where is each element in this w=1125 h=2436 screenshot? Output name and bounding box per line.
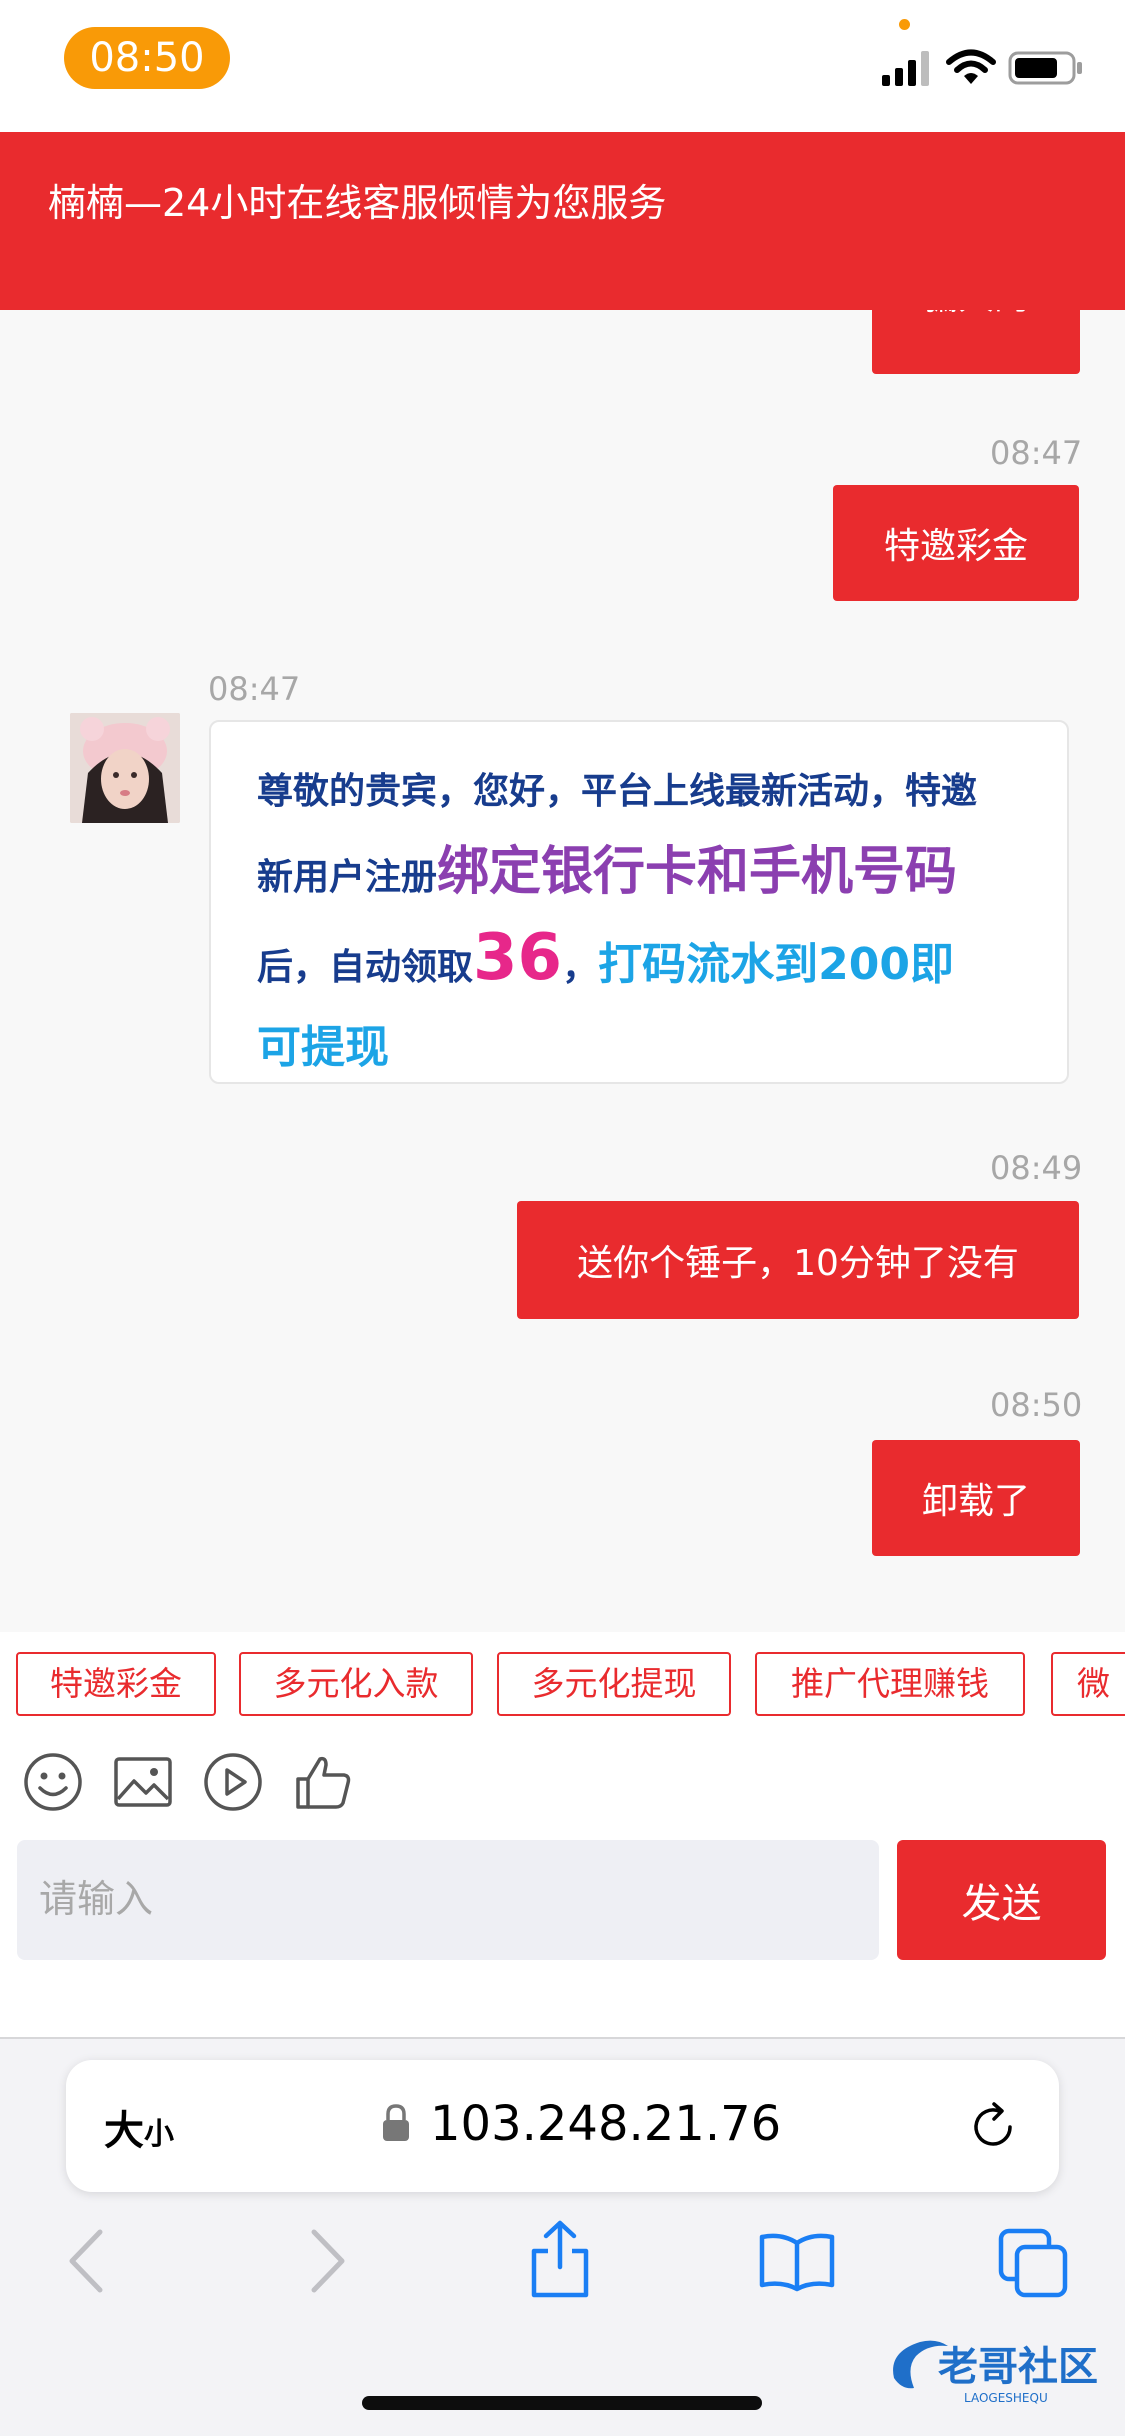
quick-reply-withdraw[interactable]: 多元化提现: [497, 1652, 731, 1716]
watermark-logo: 老哥社区 LAOGESHEQU: [880, 2330, 1118, 2410]
text-size-small: 小: [144, 2117, 174, 2152]
back-icon[interactable]: [64, 2226, 106, 2296]
quick-reply-deposit[interactable]: 多元化入款: [239, 1652, 473, 1716]
message-bubble-incoming: 尊敬的贵宾，您好，平台上线最新活动，特邀新用户注册绑定银行卡和手机号码后，自动领…: [209, 720, 1069, 1084]
chat-message-list[interactable]: 骗人的 08:47 特邀彩金 08:47 尊敬的贵宾，您好，平台上线最新活动，特…: [0, 310, 1125, 1632]
composer-toolbar: [0, 1727, 1125, 1837]
message-timestamp: 08:49: [990, 1149, 1083, 1187]
promo-text-part: ，: [562, 947, 599, 988]
promo-text-highlight: 绑定银行卡和手机号码: [437, 842, 958, 902]
chat-header: 楠楠—24小时在线客服倾情为您服务: [0, 132, 1125, 310]
share-icon[interactable]: [528, 2219, 592, 2299]
message-input[interactable]: [17, 1840, 879, 1960]
avatar-photo-icon: [70, 713, 180, 823]
reload-icon[interactable]: [966, 2100, 1020, 2154]
watermark-text: 老哥社区: [938, 2344, 1098, 2390]
video-icon[interactable]: [202, 1751, 264, 1813]
message-text: 骗人的: [922, 310, 1030, 320]
emoji-icon[interactable]: [22, 1751, 84, 1813]
promo-message-text: 尊敬的贵宾，您好，平台上线最新活动，特邀新用户注册绑定银行卡和手机号码后，自动领…: [257, 752, 987, 1091]
cellular-signal-icon: [882, 51, 929, 86]
privacy-indicator-dot: [899, 19, 910, 30]
wifi-icon: [946, 49, 996, 84]
composer: 发送: [0, 1837, 1125, 2037]
lock-icon: [383, 2104, 409, 2141]
message-bubble-outgoing: 送你个锤子，10分钟了没有: [517, 1201, 1079, 1319]
dragon-logo-icon: 老哥社区 LAOGESHEQU: [893, 2340, 1098, 2405]
quick-reply-bonus[interactable]: 特邀彩金: [16, 1652, 216, 1716]
url-text[interactable]: 103.248.21.76: [430, 2096, 781, 2152]
message-timestamp: 08:50: [990, 1386, 1083, 1424]
chat-header-title: 楠楠—24小时在线客服倾情为您服务: [48, 181, 667, 225]
address-bar[interactable]: 大小 103.248.21.76: [66, 2060, 1059, 2192]
message-timestamp: 08:47: [208, 670, 301, 708]
message-timestamp: 08:47: [990, 434, 1083, 472]
text-size-button[interactable]: 大小: [104, 2098, 174, 2156]
thumbs-up-icon[interactable]: [292, 1751, 354, 1813]
send-button[interactable]: 发送: [897, 1840, 1106, 1960]
battery-icon: [1008, 51, 1082, 85]
quick-reply-agent[interactable]: 推广代理赚钱: [755, 1652, 1025, 1716]
message-text: 卸载了: [921, 1481, 1030, 1522]
status-time: 08:50: [64, 27, 230, 89]
message-bubble-partial: 骗人的: [872, 310, 1080, 374]
image-icon[interactable]: [112, 1751, 174, 1813]
tabs-icon[interactable]: [997, 2227, 1069, 2299]
text-size-large: 大: [104, 2108, 144, 2154]
message-bubble-outgoing: 特邀彩金: [833, 485, 1079, 601]
watermark-subtext: LAOGESHEQU: [964, 2391, 1048, 2405]
status-bar: 08:50: [0, 0, 1125, 132]
agent-avatar[interactable]: [70, 713, 180, 823]
message-text: 特邀彩金: [883, 526, 1028, 567]
bookmarks-icon[interactable]: [758, 2231, 836, 2293]
forward-icon[interactable]: [308, 2226, 350, 2296]
message-text: 送你个锤子，10分钟了没有: [577, 1243, 1019, 1284]
promo-text-part: 后，自动领取: [257, 947, 474, 988]
home-indicator: [362, 2396, 762, 2410]
message-bubble-outgoing: 卸载了: [872, 1440, 1080, 1556]
promo-bonus-amount: 36: [473, 921, 563, 995]
quick-reply-more[interactable]: 微: [1051, 1652, 1125, 1716]
quick-reply-bar: 特邀彩金 多元化入款 多元化提现 推广代理赚钱 微: [0, 1632, 1125, 1727]
